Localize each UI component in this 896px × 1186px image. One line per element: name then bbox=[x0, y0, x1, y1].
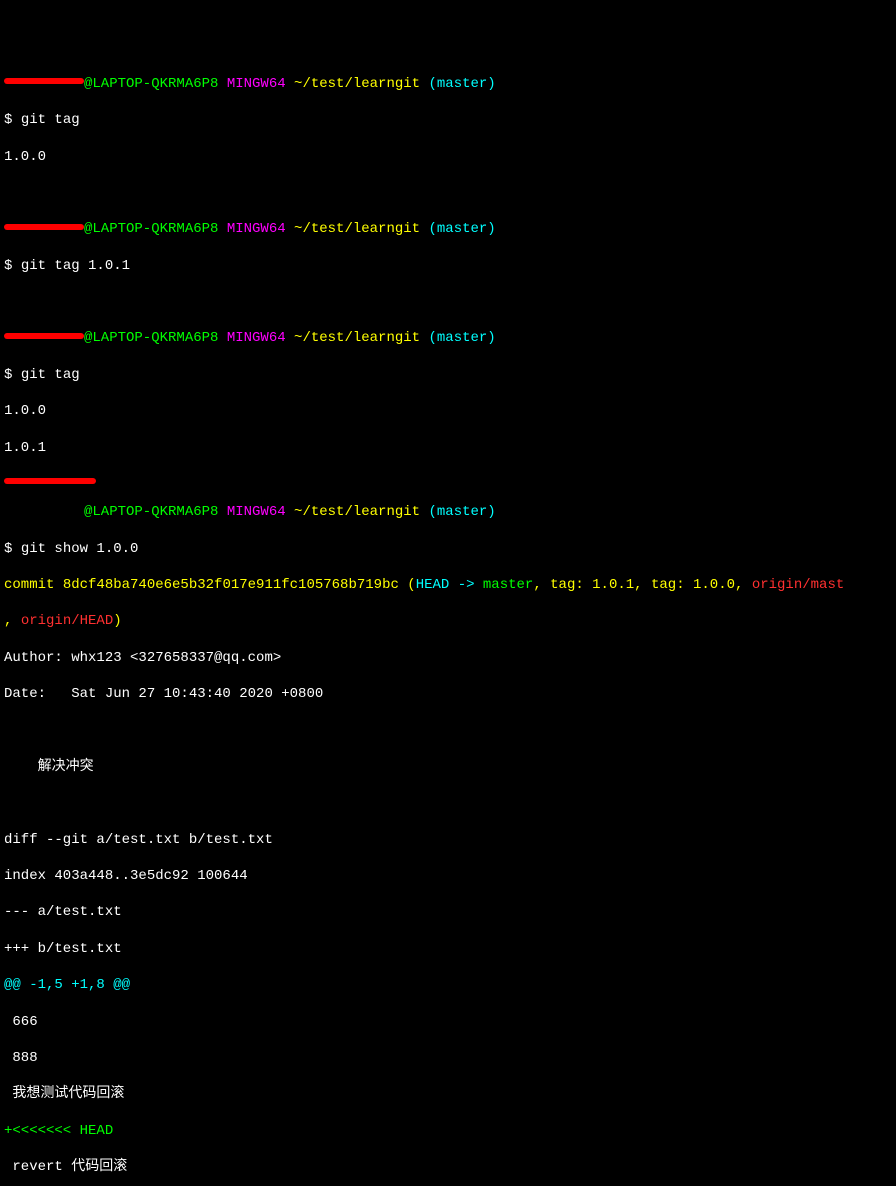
mingw-label: MINGW64 bbox=[227, 504, 286, 520]
prompt-line: @LAPTOP-QKRMA6P8 MINGW64 ~/test/learngit… bbox=[4, 503, 892, 521]
date-line: Date: Sat Jun 27 10:43:40 2020 +0800 bbox=[4, 685, 892, 703]
host: @LAPTOP-QKRMA6P8 bbox=[84, 330, 218, 346]
commit-line: commit 8dcf48ba740e6e5b32f017e911fc10576… bbox=[4, 576, 892, 594]
command-line: $ git tag bbox=[4, 111, 892, 129]
cwd-path: ~/test/learngit bbox=[294, 221, 420, 237]
diff-new-file: +++ b/test.txt bbox=[4, 940, 892, 958]
host: @LAPTOP-QKRMA6P8 bbox=[84, 504, 218, 520]
diff-context: revert 代码回滚 bbox=[4, 1158, 892, 1176]
commit-hash: 8dcf48ba740e6e5b32f017e911fc105768b719bc bbox=[63, 577, 399, 593]
tag-name: 1.0.0 bbox=[693, 577, 735, 593]
redacted-user bbox=[4, 78, 84, 84]
command-line: $ git tag bbox=[4, 366, 892, 384]
branch-label: (master) bbox=[428, 504, 495, 520]
author-line: Author: whx123 <327658337@qq.com> bbox=[4, 649, 892, 667]
command-text[interactable]: git tag 1.0.1 bbox=[21, 258, 130, 274]
branch-label: (master) bbox=[428, 221, 495, 237]
redacted-user bbox=[4, 224, 84, 230]
origin-master-ref: origin/mast bbox=[752, 577, 844, 593]
prompt-line: @LAPTOP-QKRMA6P8 MINGW64 ~/test/learngit… bbox=[4, 75, 892, 93]
host: @LAPTOP-QKRMA6P8 bbox=[84, 221, 218, 237]
prompt-line: @LAPTOP-QKRMA6P8 MINGW64 ~/test/learngit… bbox=[4, 220, 892, 238]
diff-added: +<<<<<<< HEAD bbox=[4, 1122, 892, 1140]
redacted-user bbox=[4, 478, 96, 484]
output-line: 1.0.0 bbox=[4, 402, 892, 420]
cwd-path: ~/test/learngit bbox=[294, 76, 420, 92]
output-line: 1.0.0 bbox=[4, 148, 892, 166]
branch-label: (master) bbox=[428, 330, 495, 346]
blank-line bbox=[4, 794, 892, 812]
tag-label: tag: bbox=[550, 577, 592, 593]
tag-name: 1.0.1 bbox=[592, 577, 634, 593]
commit-label: commit bbox=[4, 577, 63, 593]
prompt-line: @LAPTOP-QKRMA6P8 MINGW64 ~/test/learngit… bbox=[4, 329, 892, 347]
mingw-label: MINGW64 bbox=[227, 330, 286, 346]
redacted-user bbox=[4, 333, 84, 339]
blank-line bbox=[4, 184, 892, 202]
diff-old-file: --- a/test.txt bbox=[4, 903, 892, 921]
blank-line bbox=[4, 475, 892, 493]
command-text[interactable]: git tag bbox=[21, 112, 80, 128]
mingw-label: MINGW64 bbox=[227, 76, 286, 92]
cwd-path: ~/test/learngit bbox=[294, 504, 420, 520]
master-ref: master bbox=[483, 577, 533, 593]
mingw-label: MINGW64 bbox=[227, 221, 286, 237]
blank-line bbox=[4, 293, 892, 311]
command-line: $ git show 1.0.0 bbox=[4, 540, 892, 558]
tag-label: tag: bbox=[651, 577, 693, 593]
head-ref: HEAD -> bbox=[416, 577, 483, 593]
branch-label: (master) bbox=[428, 76, 495, 92]
diff-header: diff --git a/test.txt b/test.txt bbox=[4, 831, 892, 849]
diff-context: 我想测试代码回滚 bbox=[4, 1085, 892, 1103]
blank-line bbox=[4, 722, 892, 740]
command-text[interactable]: git show 1.0.0 bbox=[21, 541, 139, 557]
cwd-path: ~/test/learngit bbox=[294, 330, 420, 346]
host: @LAPTOP-QKRMA6P8 bbox=[84, 76, 218, 92]
diff-context: 888 bbox=[4, 1049, 892, 1067]
commit-line-cont: , origin/HEAD) bbox=[4, 612, 892, 630]
diff-index: index 403a448..3e5dc92 100644 bbox=[4, 867, 892, 885]
diff-range: @@ -1,5 +1,8 @@ bbox=[4, 976, 892, 994]
command-text[interactable]: git tag bbox=[21, 367, 80, 383]
output-line: 1.0.1 bbox=[4, 439, 892, 457]
diff-context: 666 bbox=[4, 1013, 892, 1031]
commit-message: 解决冲突 bbox=[4, 758, 892, 776]
origin-head-ref: origin/HEAD bbox=[21, 613, 113, 629]
command-line: $ git tag 1.0.1 bbox=[4, 257, 892, 275]
